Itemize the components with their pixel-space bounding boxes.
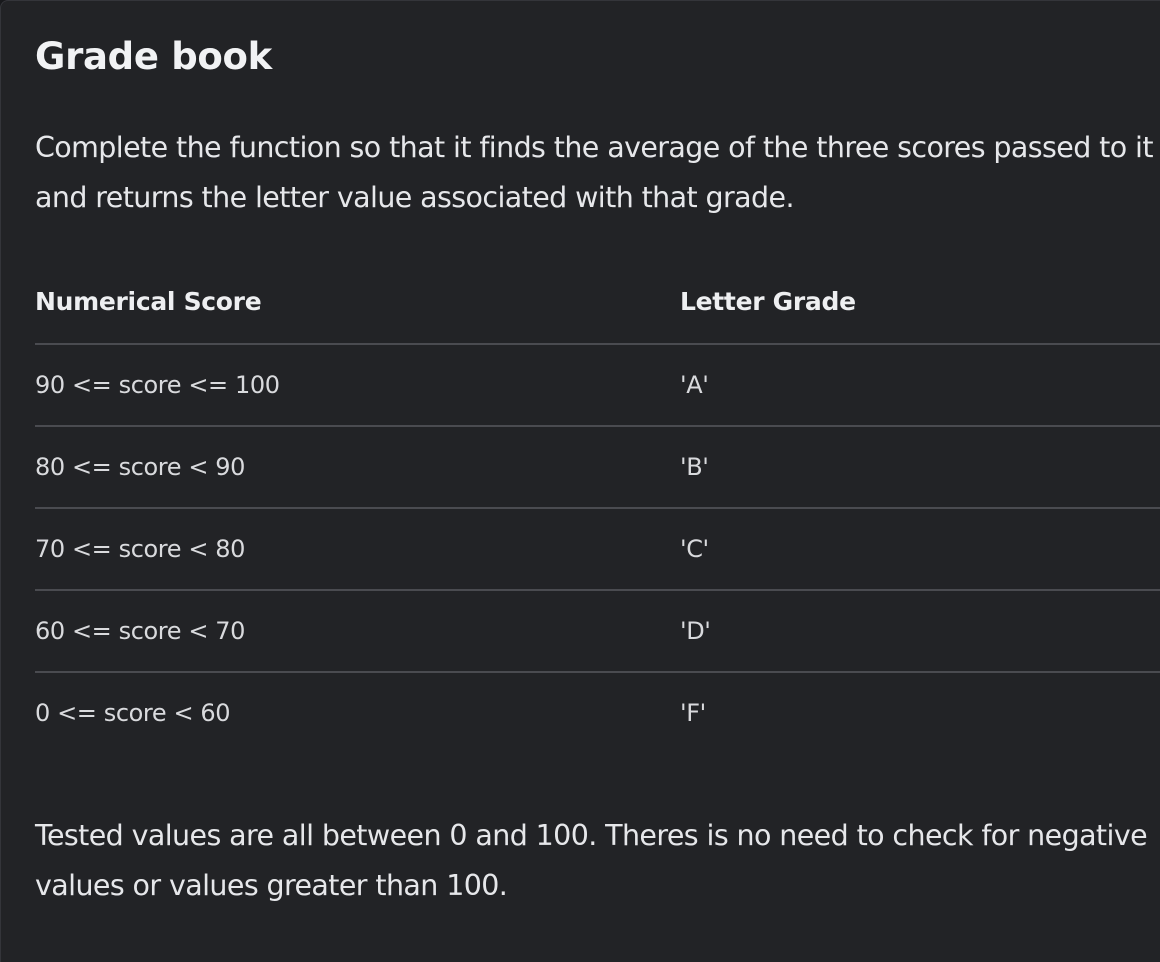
letter-grade-cell: 'C' (680, 535, 709, 563)
header-numerical-score: Numerical Score (35, 287, 262, 316)
table-row: 90 <= score <= 100 'A' (35, 345, 1160, 427)
intro-line-2: and returns the letter value associated … (35, 181, 795, 214)
letter-grade-cell: 'B' (680, 453, 709, 481)
intro-line-1: Complete the function so that it finds t… (35, 131, 1154, 164)
score-range-cell: 70 <= score < 80 (35, 535, 246, 563)
note-line-1: Tested values are all between 0 and 100.… (35, 819, 1148, 852)
grade-table: Numerical Score Letter Grade 90 <= score… (35, 263, 1160, 753)
score-range-cell: 80 <= score < 90 (35, 453, 246, 481)
note-paragraph: Tested values are all between 0 and 100.… (35, 811, 1148, 911)
intro-paragraph: Complete the function so that it finds t… (35, 123, 1154, 223)
page-title: Grade book (35, 35, 272, 78)
problem-description-panel: Grade book Complete the function so that… (0, 0, 1160, 962)
letter-grade-cell: 'F' (680, 699, 706, 727)
table-row: 80 <= score < 90 'B' (35, 427, 1160, 509)
header-letter-grade: Letter Grade (680, 287, 856, 316)
note-line-2: values or values greater than 100. (35, 869, 508, 902)
letter-grade-cell: 'A' (680, 371, 709, 399)
score-range-cell: 90 <= score <= 100 (35, 371, 280, 399)
table-row: 0 <= score < 60 'F' (35, 673, 1160, 753)
table-row: 70 <= score < 80 'C' (35, 509, 1160, 591)
score-range-cell: 0 <= score < 60 (35, 699, 231, 727)
table-header-row: Numerical Score Letter Grade (35, 263, 1160, 345)
table-row: 60 <= score < 70 'D' (35, 591, 1160, 673)
letter-grade-cell: 'D' (680, 617, 711, 645)
score-range-cell: 60 <= score < 70 (35, 617, 246, 645)
